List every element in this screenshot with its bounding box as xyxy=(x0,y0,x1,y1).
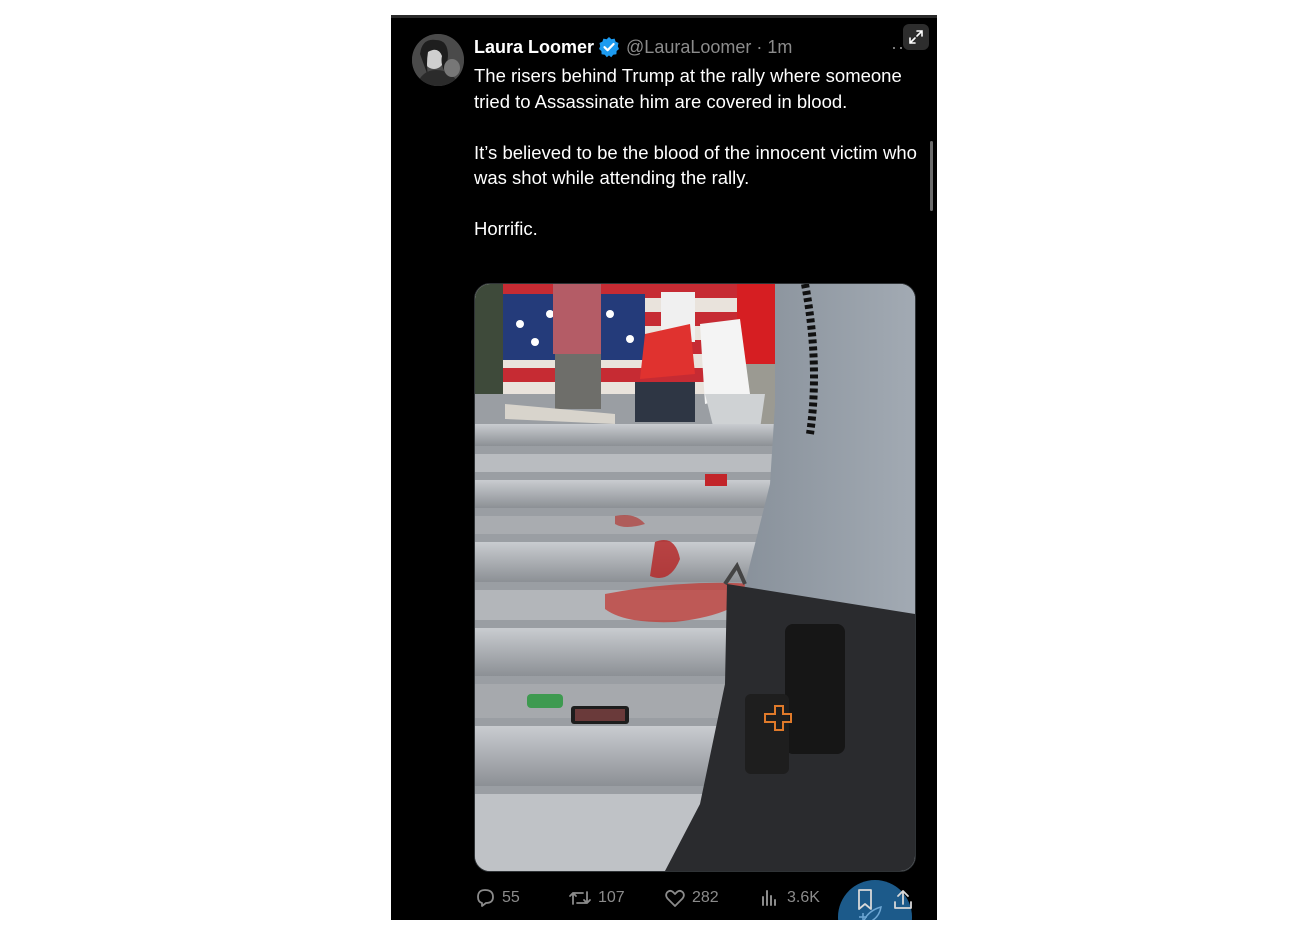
reply-count: 55 xyxy=(502,889,520,906)
like-icon xyxy=(665,889,685,907)
tweet-text: The risers behind Trump at the rally whe… xyxy=(474,63,924,242)
views-button[interactable]: 3.6K xyxy=(759,887,820,909)
tweet-paragraph: The risers behind Trump at the rally whe… xyxy=(474,65,902,112)
like-count: 282 xyxy=(692,889,719,906)
views-count: 3.6K xyxy=(787,889,820,906)
avatar[interactable] xyxy=(412,34,464,86)
share-icon[interactable] xyxy=(892,888,914,912)
retweet-icon xyxy=(569,891,591,905)
tweet-paragraph: Horrific. xyxy=(474,218,538,239)
tweet-photo[interactable] xyxy=(474,283,916,872)
author-name[interactable]: Laura Loomer xyxy=(474,37,594,58)
verified-badge-icon xyxy=(598,36,620,58)
retweet-button[interactable]: 107 xyxy=(568,887,625,909)
scrollbar[interactable] xyxy=(930,141,933,211)
tweet-screen: Laura Loomer @LauraLoomer · 1m ··· The r… xyxy=(391,15,937,920)
bookmark-icon[interactable] xyxy=(855,888,875,912)
expand-icon[interactable] xyxy=(903,24,929,50)
retweet-count: 107 xyxy=(598,889,625,906)
like-button[interactable]: 282 xyxy=(664,887,719,909)
handle-and-time: @LauraLoomer · 1m xyxy=(626,36,793,57)
top-divider xyxy=(391,15,937,18)
reply-icon xyxy=(477,889,494,907)
views-icon xyxy=(762,890,776,906)
tweet-header: Laura Loomer @LauraLoomer · 1m xyxy=(474,35,792,59)
reply-button[interactable]: 55 xyxy=(474,887,520,909)
tweet-paragraph: It’s believed to be the blood of the inn… xyxy=(474,141,917,189)
